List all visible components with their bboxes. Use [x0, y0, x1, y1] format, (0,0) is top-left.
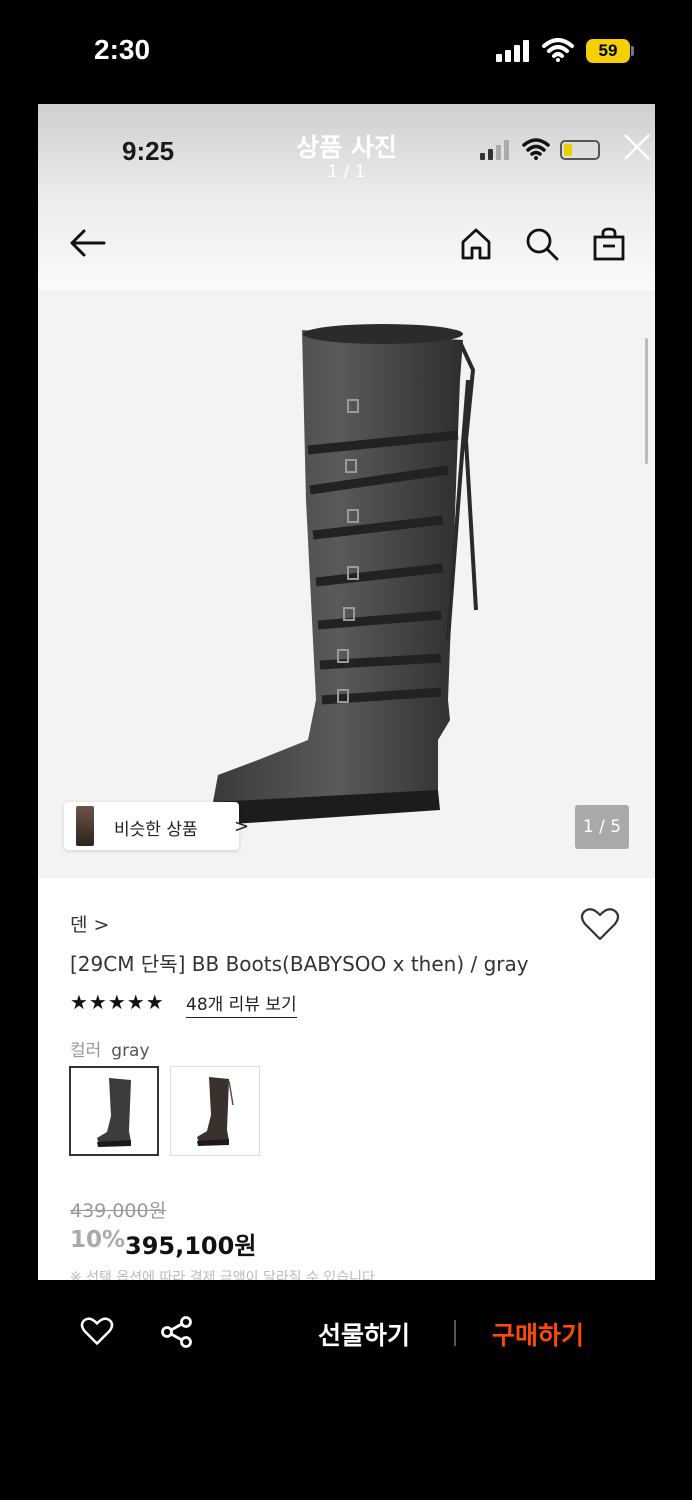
gift-button[interactable]: 선물하기	[318, 1316, 410, 1352]
photo-viewer-count: 1 / 1	[327, 162, 366, 182]
product-nav-bar	[38, 214, 655, 294]
signal-icon	[496, 40, 529, 62]
boot-product-image	[213, 324, 478, 825]
brand-link[interactable]: 덴 >	[70, 910, 109, 937]
chevron-right-icon: >	[234, 816, 250, 837]
heart-icon[interactable]	[80, 1316, 114, 1346]
product-name: [29CM 단독] BB Boots(BABYSOO x then) / gra…	[70, 952, 529, 976]
shopping-bag-icon[interactable]	[591, 226, 627, 262]
scroll-indicator[interactable]	[645, 338, 648, 464]
heart-icon[interactable]	[580, 906, 620, 942]
inner-header: 9:25 상품 사진 1 / 1	[38, 104, 655, 290]
inner-signal-icon	[480, 140, 509, 160]
similar-products-label: 비슷한 상품	[114, 820, 198, 840]
arrow-left-icon[interactable]	[68, 228, 108, 258]
discount-rate: 10%	[70, 1227, 126, 1253]
buy-button[interactable]: 구매하기	[492, 1316, 584, 1352]
similar-products-button[interactable]: 비슷한 상품 >	[64, 802, 249, 850]
similar-product-thumbnail	[76, 806, 94, 846]
battery-icon: 59	[586, 39, 630, 63]
search-icon[interactable]	[524, 226, 560, 262]
color-option-label: 컬러 gray	[70, 1036, 150, 1061]
review-link[interactable]: 48개 리뷰 보기	[186, 990, 297, 1018]
wifi-icon	[542, 38, 574, 62]
boot-thumbnail	[197, 1077, 234, 1146]
color-swatch-selected[interactable]	[69, 1066, 159, 1156]
outer-status-bar: 2:30 59	[0, 0, 692, 104]
home-icon[interactable]	[458, 226, 494, 262]
outer-time: 2:30	[94, 34, 151, 65]
battery-nub	[631, 46, 634, 56]
original-price: 439,000원	[70, 1200, 167, 1222]
image-pager-badge: 1 / 5	[575, 805, 629, 849]
color-key: 컬러	[70, 1041, 102, 1061]
color-value: gray	[111, 1041, 150, 1061]
product-image-gallery[interactable]: 비슷한 상품 > 1 / 5	[38, 290, 655, 878]
sale-price: 395,100원	[125, 1232, 257, 1260]
inner-wifi-icon	[522, 138, 550, 160]
inner-battery-icon	[560, 140, 600, 160]
close-icon[interactable]	[622, 132, 652, 162]
button-divider	[454, 1320, 456, 1346]
price-note: ※ 선택 옵션에 따라 결제 금액이 달라질 수 있습니다.	[70, 1270, 380, 1280]
bottom-action-bar: 선물하기 구매하기	[0, 1280, 692, 1500]
star-rating: ★★★★★	[70, 990, 165, 1014]
product-screenshot: 9:25 상품 사진 1 / 1 비슷한 상품 > 1 / 5 덴 > [29C…	[38, 104, 655, 1280]
boot-thumbnail	[97, 1078, 131, 1147]
color-swatch-option[interactable]	[170, 1066, 260, 1156]
share-icon[interactable]	[160, 1316, 194, 1348]
